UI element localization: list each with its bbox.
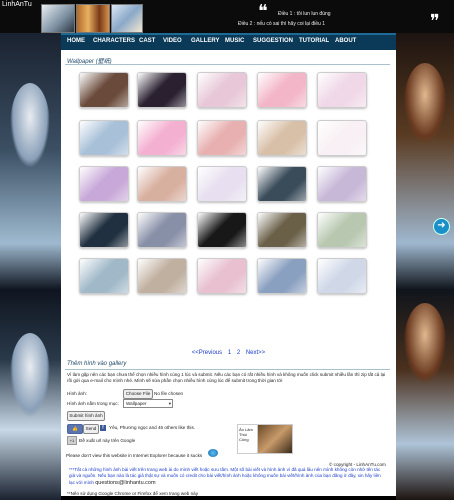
gallery-thumbnail[interactable]: [79, 212, 129, 248]
like-button[interactable]: 👍: [67, 424, 83, 434]
main-content: Wallpaper (壁纸) <<Previous 1 2 Next>> Thê…: [61, 50, 396, 496]
gallery-thumbnail[interactable]: [317, 120, 367, 156]
gallery-thumbnail[interactable]: [317, 72, 367, 108]
nav-home[interactable]: HOME: [67, 38, 85, 44]
signature-image: Ân Lâm Thúi Công: [237, 424, 259, 454]
left-character-image-2: [10, 333, 50, 418]
gallery-thumbnail[interactable]: [257, 120, 307, 156]
gallery-thumbnail[interactable]: [257, 212, 307, 248]
pager-previous[interactable]: <<Previous: [192, 350, 222, 356]
site-header: LinhAnTu ❝ Điều 1 : tôi lun lun đúng Điề…: [0, 0, 454, 33]
copyright-footer: © copyright - LinhAnTu.com: [329, 462, 386, 467]
gallery-thumbnail[interactable]: [137, 166, 187, 202]
right-side-artwork: [396, 33, 454, 500]
like-box: 👍 Send f Yêu, Phương ngọc and 46 others …: [67, 424, 217, 434]
chevron-down-icon: ▾: [168, 401, 171, 406]
image-label: Hình ảnh:: [67, 391, 87, 396]
choose-file-button[interactable]: Choose File: [123, 389, 153, 399]
category-select[interactable]: Wallpaper ▾: [123, 399, 173, 408]
close-quote-icon: ❞: [430, 11, 440, 32]
add-instructions: Vì làm gặp nên các bạn chưa thể chọn nhi…: [67, 372, 386, 384]
like-count-text: Yêu, Phương ngọc and 46 others like this…: [109, 425, 196, 430]
pager-page-1[interactable]: 1: [228, 350, 231, 356]
add-section-title: Thêm hình vào gallery: [67, 361, 127, 367]
google-plus-icon[interactable]: +1: [67, 436, 77, 445]
gallery-thumbnail[interactable]: [197, 212, 247, 248]
open-quote-icon: ❝: [258, 1, 268, 22]
nav-music[interactable]: MUSIC: [225, 38, 244, 44]
nav-video[interactable]: VIDEO: [163, 38, 182, 44]
character-photo: [257, 424, 293, 454]
gallery-thumbnail[interactable]: [137, 120, 187, 156]
google-recommend-text: Đề xuất url này trên Google: [79, 438, 136, 443]
contact-email[interactable]: questions@linhantu.com: [95, 480, 155, 486]
left-character-image: [10, 83, 50, 168]
google-plus-box: +1 Đề xuất url này trên Google: [67, 436, 167, 448]
gallery-thumbnail[interactable]: [79, 120, 129, 156]
signature-text: Ân Lâm Thúi Công: [239, 427, 253, 443]
ie-note: Please don't view this website in Intern…: [66, 453, 203, 458]
gallery-thumbnail[interactable]: [137, 72, 187, 108]
quote-line-1: Điều 1 : tôi lun lun đúng: [278, 11, 331, 17]
gallery-thumbnail[interactable]: [79, 258, 129, 294]
pager-page-2[interactable]: 2: [237, 350, 240, 356]
gallery-thumbnail[interactable]: [197, 258, 247, 294]
nav-cast[interactable]: CAST: [139, 38, 155, 44]
site-name[interactable]: LinhAnTu: [2, 1, 32, 8]
gallery-thumbnail[interactable]: [317, 166, 367, 202]
gallery-thumbnail[interactable]: [197, 120, 247, 156]
quote-box: ❝ Điều 1 : tôi lun lun đúng Điều 2 : nếu…: [238, 1, 454, 32]
gallery-thumbnail[interactable]: [197, 72, 247, 108]
main-nav: HOME CHARACTERS CAST VIDEO GALLERY MUSIC…: [61, 33, 396, 50]
gallery-thumbnail[interactable]: [137, 212, 187, 248]
gallery-thumbnail[interactable]: [257, 72, 307, 108]
browser-note: **Nên sử dụng Google Chrome or Firefox đ…: [67, 491, 199, 496]
header-thumb-2[interactable]: [76, 4, 110, 33]
submit-image-button[interactable]: Submit hình ảnh: [67, 411, 105, 421]
gallery-thumbnail[interactable]: [317, 258, 367, 294]
copyright-notice: ***Tất cả những hình ảnh bài viết trên t…: [69, 467, 387, 488]
pager-next[interactable]: Next>>: [246, 350, 265, 356]
nav-characters[interactable]: CHARACTERS: [93, 38, 135, 44]
send-button[interactable]: Send: [83, 424, 99, 434]
gallery-thumbnail[interactable]: [257, 166, 307, 202]
right-character-image-2: [404, 303, 446, 383]
gallery-divider: [65, 64, 390, 65]
pagination: <<Previous 1 2 Next>>: [61, 350, 396, 356]
gallery-thumbnail[interactable]: [257, 258, 307, 294]
header-thumb-3[interactable]: [111, 4, 143, 33]
category-label: Hình ảnh nằm trong mục:: [67, 401, 119, 406]
facebook-icon: f: [100, 425, 106, 431]
add-divider: [65, 369, 390, 370]
gallery-thumbnail[interactable]: [137, 258, 187, 294]
right-character-image: [404, 63, 446, 143]
nav-tutorial[interactable]: TUTORIAL: [299, 38, 329, 44]
gallery-thumbnail[interactable]: [79, 72, 129, 108]
nav-about[interactable]: ABOUT: [335, 38, 356, 44]
gallery-thumbnail[interactable]: [79, 166, 129, 202]
no-file-text: No file chosen: [154, 391, 184, 396]
nav-gallery[interactable]: GALLERY: [191, 38, 219, 44]
ie-logo-icon: [208, 449, 218, 457]
scroll-to-top-icon[interactable]: ➜: [433, 218, 450, 235]
quote-line-2: Điều 2 : nếu có sai thì hãy coi lại điều…: [238, 21, 325, 27]
gallery-thumbnail[interactable]: [317, 212, 367, 248]
left-side-artwork: [0, 33, 61, 500]
header-thumb-1[interactable]: [41, 4, 75, 33]
category-selected: Wallpaper: [126, 401, 147, 406]
gallery-thumbnail[interactable]: [197, 166, 247, 202]
nav-suggestion[interactable]: SUGGESTION: [253, 38, 293, 44]
